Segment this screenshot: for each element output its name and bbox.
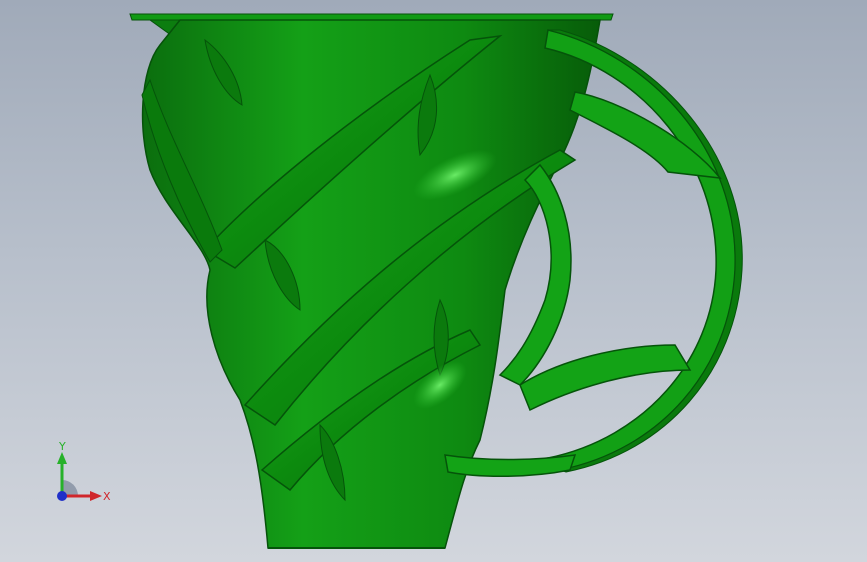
- x-axis-label: X: [103, 490, 111, 503]
- z-axis-dot: [57, 491, 67, 501]
- ring-spoke-bottom: [444, 454, 577, 477]
- graphics-viewport[interactable]: Y X: [0, 0, 867, 562]
- y-axis-arrow: [57, 452, 67, 464]
- x-axis-arrow: [90, 491, 102, 501]
- top-flange: [129, 13, 614, 21]
- impeller-model[interactable]: [0, 0, 867, 562]
- y-axis-label: Y: [58, 440, 66, 453]
- reference-triad: Y X: [40, 440, 120, 510]
